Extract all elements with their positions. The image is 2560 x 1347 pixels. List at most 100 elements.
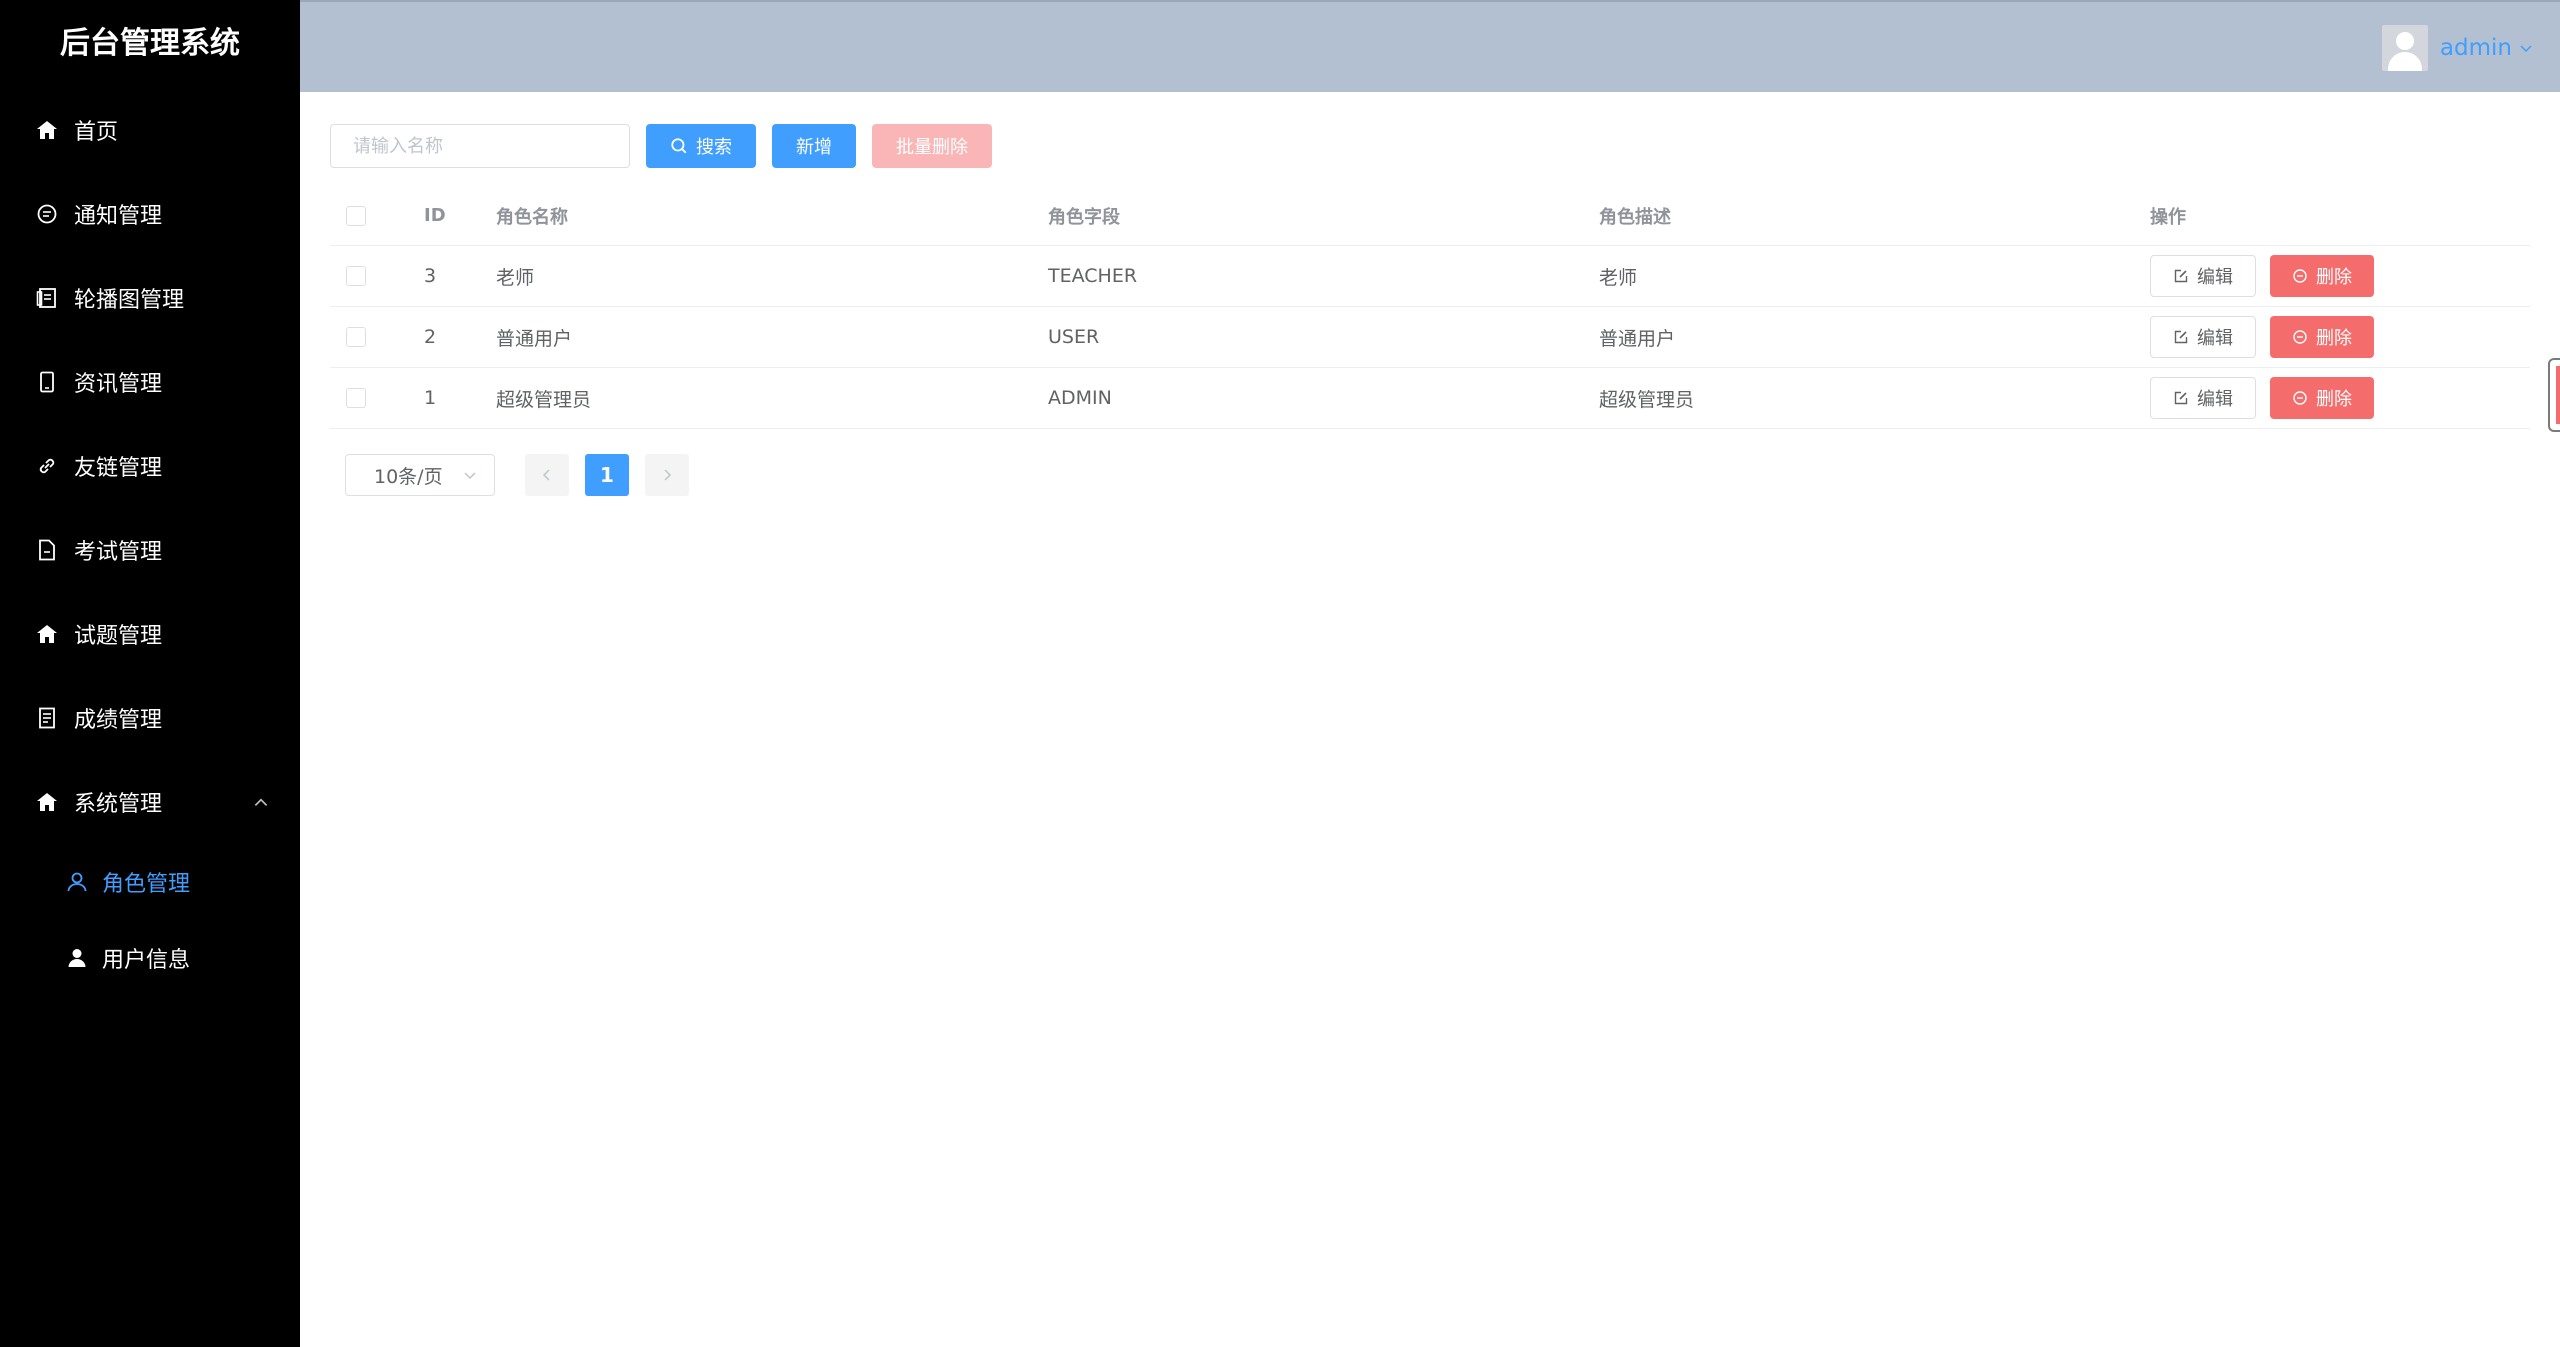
sidebar-item-label: 轮播图管理 (74, 288, 185, 313)
page-number[interactable]: 1 (585, 454, 629, 496)
delete-button[interactable]: 删除 (2270, 255, 2374, 297)
delete-button[interactable]: 删除 (2270, 377, 2374, 419)
sidebar-item-carousel[interactable]: 轮播图管理 (0, 256, 300, 340)
sidebar-item-label: 用户信息 (102, 948, 191, 973)
search-button-label: 搜索 (696, 137, 732, 158)
prev-page-button[interactable] (525, 454, 569, 496)
sidebar-item-label: 资讯管理 (74, 372, 163, 397)
avatar (2381, 25, 2428, 71)
username: admin (2439, 35, 2512, 61)
cell-name: 老师 (496, 266, 535, 289)
cell-desc: 老师 (1599, 266, 1638, 289)
sidebar-item-scores[interactable]: 成绩管理 (0, 676, 300, 760)
home-icon (34, 789, 60, 815)
cell-name: 超级管理员 (496, 388, 592, 411)
roles-table: ID 角色名称 角色字段 角色描述 操作 3 老师 TEACHER 老师 编辑 … (330, 186, 2530, 429)
sidebar-item-label: 通知管理 (74, 204, 163, 229)
chevron-up-icon (254, 798, 268, 806)
chevron-right-icon (664, 469, 672, 481)
column-header-id: ID (424, 205, 446, 226)
sidebar-item-label: 友链管理 (74, 456, 163, 481)
sidebar-item-roles[interactable]: 角色管理 (0, 844, 300, 920)
toolbar: 搜索 新增 批量删除 (330, 124, 992, 168)
sidebar-item-exam[interactable]: 考试管理 (0, 508, 300, 592)
next-page-button[interactable] (645, 454, 689, 496)
system-submenu: 角色管理 用户信息 (0, 844, 300, 996)
cell-field: USER (1048, 326, 1100, 348)
sidebar-item-news[interactable]: 资讯管理 (0, 340, 300, 424)
user-solid-icon (64, 945, 90, 971)
edit-icon (2174, 269, 2188, 283)
delete-button-label: 删除 (2316, 267, 2352, 288)
sidebar-item-label: 角色管理 (102, 872, 191, 897)
search-button[interactable]: 搜索 (646, 124, 756, 168)
document-icon (34, 285, 60, 311)
main-content: 搜索 新增 批量删除 ID 角色名称 角色字段 角色描述 操作 3 老师 TEA… (300, 92, 2560, 1347)
search-icon (671, 138, 687, 154)
row-checkbox[interactable] (346, 266, 366, 286)
cell-field: TEACHER (1048, 265, 1138, 287)
cell-name: 普通用户 (496, 327, 573, 350)
cell-id: 2 (424, 326, 437, 348)
app-title: 后台管理系统 (60, 26, 240, 61)
chevron-left-icon (542, 469, 550, 481)
edit-button-label: 编辑 (2197, 328, 2233, 349)
edit-button[interactable]: 编辑 (2150, 255, 2256, 297)
table-header-row: ID 角色名称 角色字段 角色描述 操作 (330, 186, 2530, 246)
edit-icon (2174, 391, 2188, 405)
edit-icon (2174, 330, 2188, 344)
edit-button-label: 编辑 (2197, 389, 2233, 410)
cell-desc: 普通用户 (1599, 327, 1676, 350)
table-row: 2 普通用户 USER 普通用户 编辑 删除 (330, 307, 2530, 368)
sidebar-item-label: 成绩管理 (74, 708, 163, 733)
page-size-select[interactable]: 10条/页 (345, 454, 495, 496)
sidebar: 后台管理系统 首页 通知管理 轮播图管理 资讯管理 友链管理 考试管理 试题管理… (0, 0, 300, 1347)
sidebar-item-notice[interactable]: 通知管理 (0, 172, 300, 256)
sidebar-item-system[interactable]: 系统管理 (0, 760, 300, 844)
edit-button-label: 编辑 (2197, 267, 2233, 288)
column-header-ops: 操作 (2150, 206, 2186, 228)
remove-icon (2293, 269, 2307, 283)
mobile-icon (34, 369, 60, 395)
sidebar-item-label: 试题管理 (74, 624, 163, 649)
delete-button-label: 删除 (2316, 389, 2352, 410)
user-outline-icon (64, 869, 90, 895)
chevron-down-icon (2520, 45, 2532, 53)
search-input[interactable] (330, 124, 630, 168)
table-row: 1 超级管理员 ADMIN 超级管理员 编辑 删除 (330, 368, 2530, 429)
pagination: 10条/页 1 (345, 454, 689, 496)
delete-button[interactable]: 删除 (2270, 316, 2374, 358)
row-checkbox[interactable] (346, 388, 366, 408)
list-icon (34, 705, 60, 731)
scrollbar-thumb[interactable] (2548, 358, 2560, 432)
chat-icon (34, 201, 60, 227)
sidebar-item-users[interactable]: 用户信息 (0, 920, 300, 996)
home-icon (34, 117, 60, 143)
sidebar-item-label: 考试管理 (74, 540, 163, 565)
sidebar-item-home[interactable]: 首页 (0, 88, 300, 172)
cell-desc: 超级管理员 (1599, 388, 1695, 411)
table-row: 3 老师 TEACHER 老师 编辑 删除 (330, 246, 2530, 307)
cell-id: 3 (424, 265, 437, 287)
add-button[interactable]: 新增 (772, 124, 856, 168)
sidebar-item-label: 首页 (74, 120, 119, 145)
sidebar-item-questions[interactable]: 试题管理 (0, 592, 300, 676)
select-all-checkbox[interactable] (346, 205, 366, 226)
batch-delete-button[interactable]: 批量删除 (872, 124, 992, 168)
user-menu[interactable]: admin (2381, 24, 2534, 72)
column-header-name: 角色名称 (496, 206, 568, 228)
cell-id: 1 (424, 387, 437, 409)
sidebar-menu: 首页 通知管理 轮播图管理 资讯管理 友链管理 考试管理 试题管理 成绩管理 系… (0, 88, 300, 844)
chevron-down-icon (464, 472, 476, 480)
top-header: admin (300, 0, 2560, 92)
sidebar-item-links[interactable]: 友链管理 (0, 424, 300, 508)
edit-button[interactable]: 编辑 (2150, 316, 2256, 358)
remove-icon (2293, 330, 2307, 344)
delete-button-label: 删除 (2316, 328, 2352, 349)
page-size-value: 10条/页 (374, 465, 443, 488)
edit-button[interactable]: 编辑 (2150, 377, 2256, 419)
cell-field: ADMIN (1048, 387, 1112, 409)
home-icon (34, 621, 60, 647)
row-checkbox[interactable] (346, 327, 366, 347)
link-icon (34, 453, 60, 479)
